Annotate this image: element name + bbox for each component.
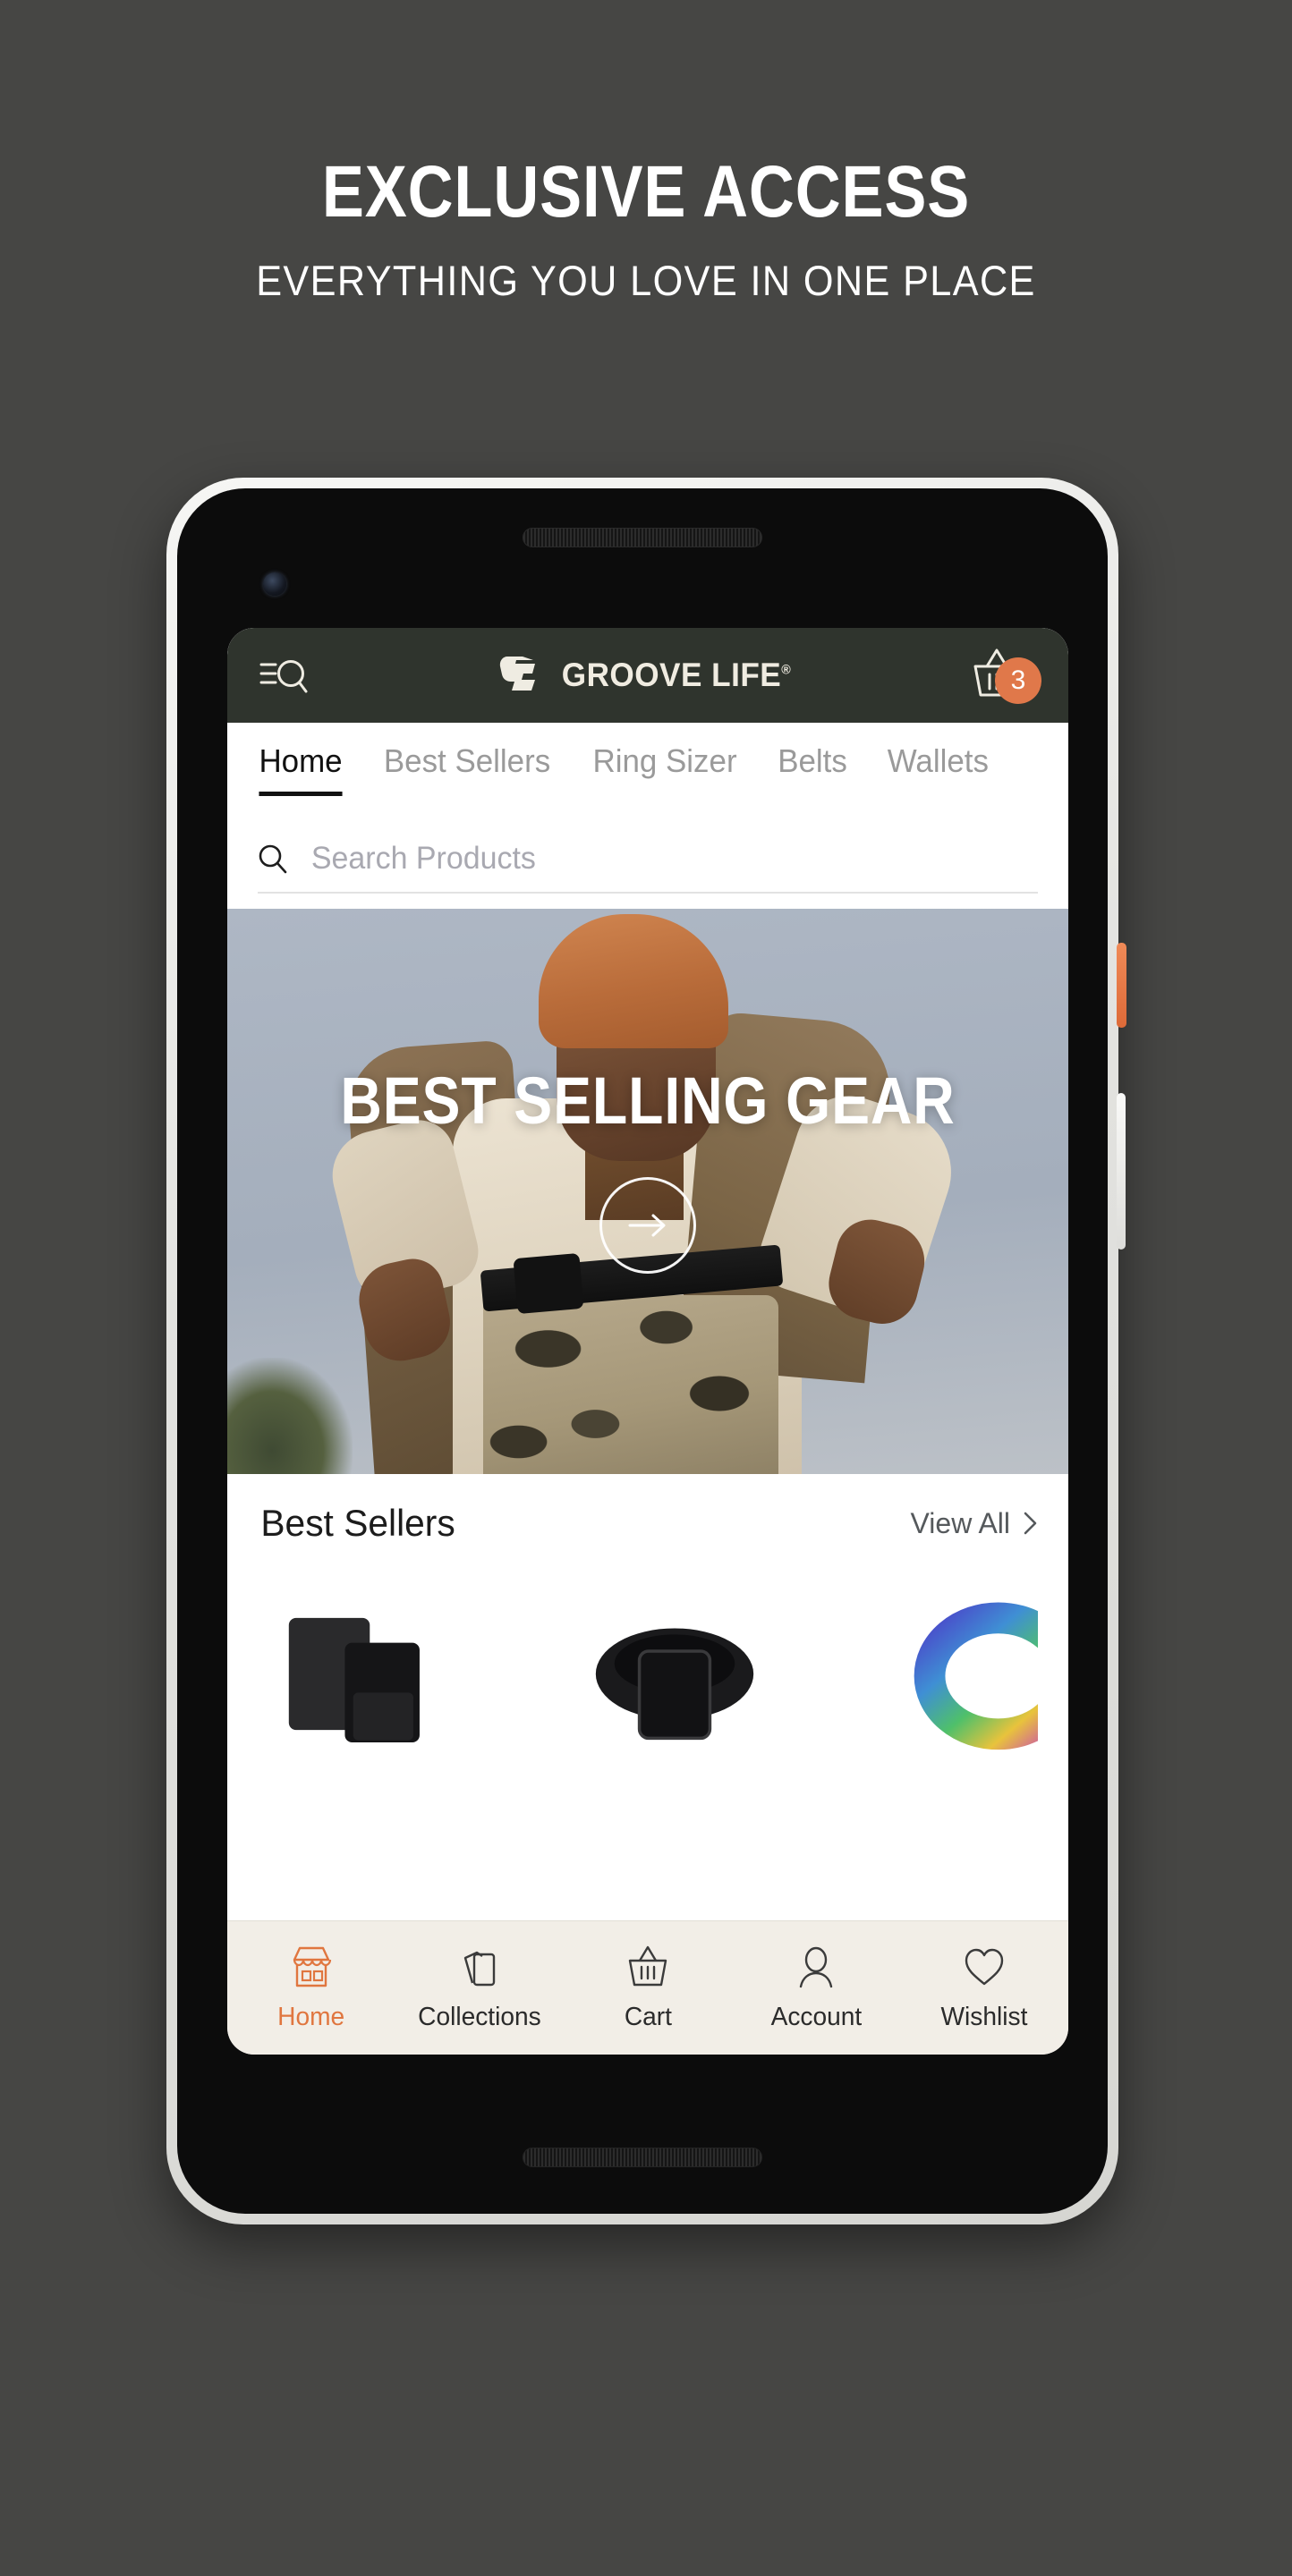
category-tab-ring-sizer[interactable]: Ring Sizer bbox=[593, 742, 737, 791]
menu-search-icon bbox=[259, 660, 308, 693]
product-card-black-wallet[interactable] bbox=[258, 1596, 465, 1757]
hero-headline: BEST SELLING GEAR bbox=[340, 1063, 956, 1138]
promo-subtitle: EVERYTHING YOU LOVE IN ONE PLACE bbox=[256, 256, 1036, 304]
view-all-link[interactable]: View All bbox=[911, 1507, 1038, 1540]
search-placeholder: Search Products bbox=[310, 841, 536, 876]
product-card-colorful-ring[interactable] bbox=[884, 1596, 1038, 1757]
black-belt-icon bbox=[595, 1628, 754, 1741]
category-tab-belts[interactable]: Belts bbox=[778, 742, 847, 791]
registered-mark: ® bbox=[781, 662, 792, 678]
brand-logo: GROOVE LIFE® bbox=[227, 655, 1068, 696]
cards-icon bbox=[463, 1951, 496, 1987]
promo-header: EXCLUSIVE ACCESS EVERYTHING YOU LOVE IN … bbox=[0, 0, 1292, 305]
bottom-speaker bbox=[523, 2148, 762, 2167]
basket-icon bbox=[628, 1945, 667, 1987]
bottom-nav-collections[interactable]: Collections bbox=[395, 1944, 564, 2032]
hero-next-button[interactable] bbox=[599, 1177, 696, 1274]
bottom-nav-account[interactable]: Account bbox=[732, 1944, 900, 2032]
category-tab-best-sellers[interactable]: Best Sellers bbox=[384, 742, 550, 791]
product-card-black-belt[interactable] bbox=[571, 1596, 778, 1757]
cart-count-badge: 3 bbox=[995, 657, 1041, 704]
bottom-nav-collections-label: Collections bbox=[418, 2003, 541, 2031]
person-icon bbox=[799, 1946, 833, 1988]
volume-rocker[interactable] bbox=[1117, 1093, 1126, 1250]
bottom-nav-account-label: Account bbox=[770, 2003, 862, 2031]
hero-foliage bbox=[227, 1358, 353, 1474]
earpiece-speaker bbox=[523, 528, 762, 547]
bottom-nav-cart[interactable]: Cart bbox=[564, 1944, 732, 2032]
search-input[interactable]: Search Products bbox=[258, 826, 1038, 894]
arrow-right-icon bbox=[628, 1214, 666, 1237]
app-screen: GROOVE LIFE® 3 Home Best Sellers Ring Si… bbox=[227, 628, 1068, 2055]
menu-search-button[interactable] bbox=[258, 652, 310, 699]
brand-name: GROOVE LIFE® bbox=[561, 657, 792, 693]
promo-title: EXCLUSIVE ACCESS bbox=[321, 151, 971, 233]
bottom-nav-cart-label: Cart bbox=[624, 2003, 672, 2031]
best-sellers-carousel[interactable] bbox=[258, 1572, 1038, 1757]
search-icon bbox=[259, 844, 287, 874]
best-sellers-section: Best Sellers View All bbox=[227, 1474, 1068, 1920]
search-bar[interactable]: Search Products bbox=[227, 810, 1068, 909]
black-wallet-icon bbox=[288, 1618, 420, 1743]
category-tab-strip[interactable]: Home Best Sellers Ring Sizer Belts Walle… bbox=[227, 723, 1068, 810]
front-camera bbox=[263, 572, 286, 596]
section-title: Best Sellers bbox=[260, 1502, 455, 1544]
bottom-nav-home-label: Home bbox=[277, 2003, 345, 2031]
bottom-navigation-bar[interactable]: Home Collections Cart Account Wishlist bbox=[227, 1920, 1068, 2055]
phone-body: GROOVE LIFE® 3 Home Best Sellers Ring Si… bbox=[177, 488, 1108, 2214]
chevron-right-icon bbox=[1024, 1512, 1037, 1535]
phone-device: GROOVE LIFE® 3 Home Best Sellers Ring Si… bbox=[166, 478, 1126, 2224]
category-tab-home[interactable]: Home bbox=[259, 742, 343, 796]
cart-button[interactable]: 3 bbox=[972, 643, 1041, 708]
heart-icon bbox=[965, 1948, 1004, 1986]
bottom-nav-home[interactable]: Home bbox=[227, 1944, 395, 2032]
hero-banner[interactable]: BEST SELLING GEAR bbox=[227, 909, 1068, 1474]
view-all-label: View All bbox=[910, 1506, 1010, 1539]
storefront-icon bbox=[293, 1946, 332, 1987]
app-header-bar: GROOVE LIFE® 3 bbox=[227, 628, 1068, 723]
best-sellers-header: Best Sellers View All bbox=[258, 1474, 1038, 1572]
power-button[interactable] bbox=[1117, 943, 1126, 1028]
gl-monogram-icon bbox=[499, 657, 536, 691]
bottom-nav-wishlist-label: Wishlist bbox=[940, 2003, 1028, 2031]
colorful-ring-icon bbox=[914, 1602, 1038, 1750]
category-tab-wallets[interactable]: Wallets bbox=[888, 742, 989, 791]
bottom-nav-wishlist[interactable]: Wishlist bbox=[900, 1944, 1068, 2032]
